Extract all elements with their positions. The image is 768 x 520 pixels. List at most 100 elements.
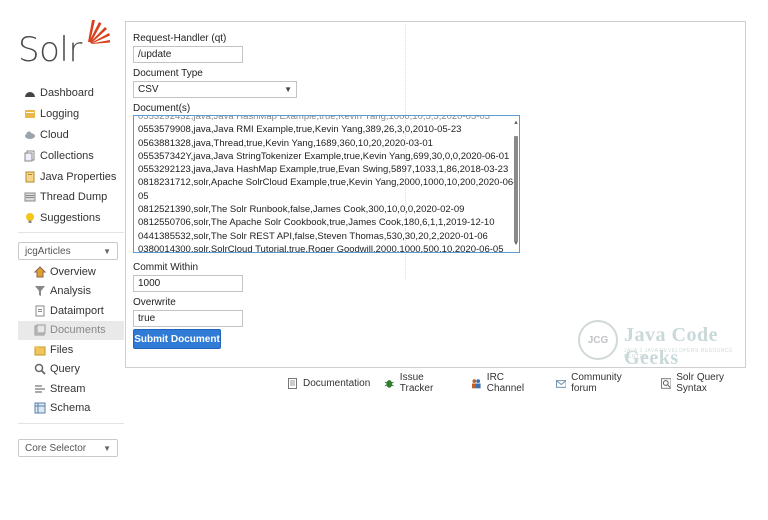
core-item-label: Schema bbox=[50, 402, 91, 415]
scroll-down-icon[interactable]: ▼ bbox=[513, 238, 519, 251]
sidebar-item-thread-dump[interactable]: Thread Dump bbox=[18, 187, 124, 208]
sidebar-item-label: Logging bbox=[40, 108, 80, 121]
sidebar-item-label: Thread Dump bbox=[40, 191, 108, 204]
core-selector-value: Core Selector bbox=[25, 442, 87, 454]
footer-link-community-forum[interactable]: Community forum bbox=[555, 372, 647, 394]
sidebar-item-analysis[interactable]: Analysis bbox=[18, 282, 124, 302]
java-code-geeks-watermark: JCG Java Code Geeks JAVA 2 JAVA DEVELOPE… bbox=[578, 320, 748, 369]
sidebar-item-label: Dashboard bbox=[40, 87, 94, 100]
files-icon bbox=[34, 345, 46, 356]
request-handler-input[interactable]: /update bbox=[133, 46, 243, 63]
suggestions-icon bbox=[26, 213, 34, 224]
core-item-label: Overview bbox=[50, 265, 96, 278]
doc-line: 0553292432,java,Java HashMap Example,tru… bbox=[138, 115, 490, 122]
documents-icon bbox=[34, 324, 46, 336]
doc-line: 05 bbox=[138, 190, 149, 202]
footer-link-documentation[interactable]: Documentation bbox=[287, 372, 370, 394]
sidebar-item-label: Collections bbox=[40, 149, 94, 162]
collection-selector[interactable]: jcgArticles ▼ bbox=[18, 242, 118, 260]
sidebar-item-files[interactable]: Files bbox=[18, 340, 124, 360]
jcg-badge: JCG bbox=[578, 320, 618, 360]
sidebar-item-suggestions[interactable]: Suggestions bbox=[18, 208, 124, 229]
chevron-down-icon: ▼ bbox=[284, 85, 292, 94]
doc-line: 0812521390,solr,The Solr Runbook,false,J… bbox=[138, 204, 465, 216]
doc-line: 0563881328,java,Thread,true,Kevin Yang,1… bbox=[138, 137, 433, 149]
sidebar-item-overview[interactable]: Overview bbox=[18, 262, 124, 282]
commit-within-input[interactable]: 1000 bbox=[133, 275, 243, 292]
footer-link-label: Documentation bbox=[303, 377, 371, 389]
thread-dump-icon bbox=[24, 192, 36, 202]
submit-document-button[interactable]: Submit Document bbox=[133, 329, 221, 349]
schema-icon bbox=[34, 402, 46, 414]
footer-links: Documentation Issue Tracker IRC Channel … bbox=[287, 372, 768, 394]
main-navigation: Dashboard Logging Cloud Collections Java… bbox=[18, 83, 124, 229]
footer-link-label: IRC Channel bbox=[486, 372, 525, 394]
documents-label: Document(s) bbox=[133, 103, 191, 114]
footer-link-issue-tracker[interactable]: Issue Tracker bbox=[384, 372, 457, 394]
dashboard-icon bbox=[25, 92, 35, 98]
sidebar-item-documents[interactable]: Documents bbox=[18, 320, 124, 340]
core-item-label: Dataimport bbox=[50, 304, 104, 317]
stream-icon bbox=[35, 385, 45, 393]
chevron-down-icon: ▼ bbox=[103, 443, 111, 453]
scroll-up-icon[interactable]: ▲ bbox=[513, 117, 519, 130]
sidebar-item-query[interactable]: Query bbox=[18, 360, 124, 380]
watermark-title: Java Code Geeks bbox=[624, 324, 718, 369]
core-item-label: Analysis bbox=[50, 285, 91, 298]
core-item-label: Stream bbox=[50, 382, 86, 395]
irc-icon bbox=[472, 378, 481, 388]
sidebar-item-cloud[interactable]: Cloud bbox=[18, 125, 124, 146]
watermark-subtitle: JAVA 2 JAVA DEVELOPERS RESOURCE CENTER bbox=[624, 348, 734, 360]
doc-line: 0380014300,solr,SolrCloud Tutorial,true,… bbox=[138, 243, 504, 253]
solr-sun-icon bbox=[88, 20, 110, 44]
sidebar-divider bbox=[18, 423, 124, 424]
core-item-label: Files bbox=[50, 343, 74, 356]
logging-icon bbox=[25, 110, 35, 119]
analysis-icon bbox=[35, 286, 45, 297]
java-properties-icon bbox=[25, 171, 35, 183]
collection-selector-value: jcgArticles bbox=[25, 245, 71, 257]
overwrite-input[interactable]: true bbox=[133, 310, 243, 327]
sidebar-item-logging[interactable]: Logging bbox=[18, 104, 124, 125]
sidebar-item-label: Suggestions bbox=[40, 212, 101, 225]
footer-link-label: Issue Tracker bbox=[399, 372, 434, 394]
doc-line: 055357342Y,java,Java StringTokenizer Exa… bbox=[138, 150, 510, 162]
footer-link-irc-channel[interactable]: IRC Channel bbox=[471, 372, 541, 394]
documentation-icon bbox=[288, 377, 297, 389]
overwrite-label: Overwrite bbox=[133, 297, 176, 308]
document-type-label: Document Type bbox=[133, 68, 203, 79]
solr-logo[interactable]: Solr bbox=[18, 18, 113, 70]
doc-line: 0441385532,solr,The Solr REST API,false,… bbox=[138, 230, 488, 242]
logo-text: Solr bbox=[18, 30, 82, 70]
footer-link-label: Solr Query Syntax bbox=[676, 372, 725, 394]
footer-link-solr-query-syntax[interactable]: Solr Query Syntax bbox=[660, 372, 754, 394]
document-type-value: CSV bbox=[138, 84, 159, 95]
dataimport-icon bbox=[35, 305, 45, 317]
sidebar-item-stream[interactable]: Stream bbox=[18, 379, 124, 399]
chevron-down-icon: ▼ bbox=[103, 246, 111, 256]
document-type-select[interactable]: CSV ▼ bbox=[133, 81, 297, 98]
core-item-label: Query bbox=[50, 363, 80, 376]
sidebar-item-java-properties[interactable]: Java Properties bbox=[18, 166, 124, 187]
overview-icon bbox=[34, 266, 46, 278]
sidebar-divider bbox=[18, 232, 124, 233]
sidebar-item-label: Cloud bbox=[40, 128, 69, 141]
sidebar-item-dashboard[interactable]: Dashboard bbox=[18, 83, 124, 104]
sidebar-item-schema[interactable]: Schema bbox=[18, 399, 124, 419]
bug-icon bbox=[385, 379, 395, 388]
doc-line: 0812550706,solr,The Apache Solr Cookbook… bbox=[138, 217, 495, 229]
core-selector[interactable]: Core Selector ▼ bbox=[18, 439, 118, 457]
sidebar-item-collections[interactable]: Collections bbox=[18, 145, 124, 166]
documents-textarea[interactable]: 0553292432,java,Java HashMap Example,tru… bbox=[133, 115, 520, 253]
doc-line: 0818231712,solr,Apache SolrCloud Example… bbox=[138, 177, 517, 189]
textarea-scrollbar[interactable] bbox=[514, 136, 518, 242]
sidebar-item-dataimport[interactable]: Dataimport bbox=[18, 301, 124, 321]
cloud-icon bbox=[25, 131, 35, 139]
core-navigation: Overview Analysis Dataimport Documents F… bbox=[18, 262, 124, 418]
doc-line: 0553292123,java,Java HashMap Example,tru… bbox=[138, 164, 509, 176]
query-syntax-icon bbox=[660, 377, 672, 389]
request-handler-label: Request-Handler (qt) bbox=[133, 33, 227, 44]
commit-within-label: Commit Within bbox=[133, 262, 199, 273]
footer-link-label: Community forum bbox=[571, 372, 622, 394]
core-item-label: Documents bbox=[50, 324, 106, 337]
